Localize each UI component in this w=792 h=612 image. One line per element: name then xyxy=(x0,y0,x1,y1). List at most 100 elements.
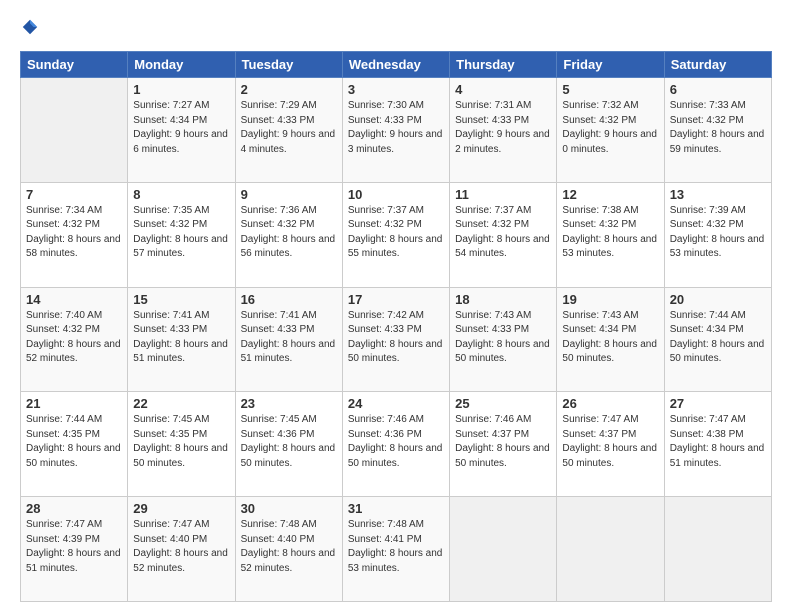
weekday-header: Friday xyxy=(557,52,664,78)
calendar-cell: 11 Sunrise: 7:37 AMSunset: 4:32 PMDayligh… xyxy=(450,182,557,287)
day-info: Sunrise: 7:42 AMSunset: 4:33 PMDaylight:… xyxy=(348,309,444,367)
weekday-header: Thursday xyxy=(450,52,557,78)
day-number: 13 xyxy=(670,187,766,202)
day-number: 27 xyxy=(670,396,766,411)
calendar-week-row: 14Sunrise: 7:40 AMSunset: 4:32 PMDayligh… xyxy=(21,287,772,392)
weekday-header: Monday xyxy=(128,52,235,78)
day-number: 11 xyxy=(455,187,551,202)
calendar-cell: 28 Sunrise: 7:47 AMSunset: 4:39 PMDayligh… xyxy=(21,497,128,602)
page: SundayMondayTuesdayWednesdayThursdayFrid… xyxy=(0,0,792,612)
calendar-cell: 4 Sunrise: 7:31 AMSunset: 4:33 PMDaylight… xyxy=(450,78,557,183)
day-info: Sunrise: 7:38 AMSunset: 4:32 PMDaylight:… xyxy=(562,204,658,262)
calendar-week-row: 7 Sunrise: 7:34 AMSunset: 4:32 PMDaylight… xyxy=(21,182,772,287)
day-number: 24 xyxy=(348,396,444,411)
calendar-cell: 2Sunrise: 7:29 AMSunset: 4:33 PMDaylight… xyxy=(235,78,342,183)
header xyxy=(20,18,772,41)
day-number: 8 xyxy=(133,187,229,202)
day-info: Sunrise: 7:31 AMSunset: 4:33 PMDaylight:… xyxy=(455,99,551,157)
calendar-cell: 24 Sunrise: 7:46 AMSunset: 4:36 PMDayligh… xyxy=(342,392,449,497)
day-info: Sunrise: 7:27 AMSunset: 4:34 PMDaylight:… xyxy=(133,99,229,157)
day-info: Sunrise: 7:45 AMSunset: 4:35 PMDaylight:… xyxy=(133,413,229,471)
day-info: Sunrise: 7:46 AMSunset: 4:37 PMDaylight:… xyxy=(455,413,551,471)
day-number: 15 xyxy=(133,292,229,307)
day-info: Sunrise: 7:44 AMSunset: 4:35 PMDaylight:… xyxy=(26,413,122,471)
logo xyxy=(20,18,43,41)
calendar-cell: 9Sunrise: 7:36 AMSunset: 4:32 PMDaylight… xyxy=(235,182,342,287)
weekday-header: Saturday xyxy=(664,52,771,78)
calendar-week-row: 21 Sunrise: 7:44 AMSunset: 4:35 PMDayligh… xyxy=(21,392,772,497)
day-info: Sunrise: 7:47 AMSunset: 4:40 PMDaylight:… xyxy=(133,518,229,576)
calendar-cell: 6 Sunrise: 7:33 AMSunset: 4:32 PMDaylight… xyxy=(664,78,771,183)
day-info: Sunrise: 7:48 AMSunset: 4:40 PMDaylight:… xyxy=(241,518,337,576)
calendar-cell: 18 Sunrise: 7:43 AMSunset: 4:33 PMDayligh… xyxy=(450,287,557,392)
calendar-cell: 7 Sunrise: 7:34 AMSunset: 4:32 PMDaylight… xyxy=(21,182,128,287)
logo-icon xyxy=(21,18,39,36)
day-number: 21 xyxy=(26,396,122,411)
calendar-week-row: 1 Sunrise: 7:27 AMSunset: 4:34 PMDaylight… xyxy=(21,78,772,183)
weekday-header: Tuesday xyxy=(235,52,342,78)
calendar: SundayMondayTuesdayWednesdayThursdayFrid… xyxy=(20,51,772,602)
calendar-cell xyxy=(21,78,128,183)
day-number: 2 xyxy=(241,82,337,97)
day-info: Sunrise: 7:45 AMSunset: 4:36 PMDaylight:… xyxy=(241,413,337,471)
calendar-header-row: SundayMondayTuesdayWednesdayThursdayFrid… xyxy=(21,52,772,78)
day-info: Sunrise: 7:46 AMSunset: 4:36 PMDaylight:… xyxy=(348,413,444,471)
day-number: 7 xyxy=(26,187,122,202)
day-info: Sunrise: 7:43 AMSunset: 4:33 PMDaylight:… xyxy=(455,309,551,367)
calendar-cell: 15 Sunrise: 7:41 AMSunset: 4:33 PMDayligh… xyxy=(128,287,235,392)
day-info: Sunrise: 7:35 AMSunset: 4:32 PMDaylight:… xyxy=(133,204,229,262)
day-number: 28 xyxy=(26,501,122,516)
day-info: Sunrise: 7:39 AMSunset: 4:32 PMDaylight:… xyxy=(670,204,766,262)
day-info: Sunrise: 7:47 AMSunset: 4:39 PMDaylight:… xyxy=(26,518,122,576)
weekday-header: Wednesday xyxy=(342,52,449,78)
day-number: 20 xyxy=(670,292,766,307)
day-number: 12 xyxy=(562,187,658,202)
calendar-cell: 21 Sunrise: 7:44 AMSunset: 4:35 PMDayligh… xyxy=(21,392,128,497)
calendar-cell: 14Sunrise: 7:40 AMSunset: 4:32 PMDayligh… xyxy=(21,287,128,392)
calendar-cell: 23 Sunrise: 7:45 AMSunset: 4:36 PMDayligh… xyxy=(235,392,342,497)
day-info: Sunrise: 7:37 AMSunset: 4:32 PMDaylight:… xyxy=(348,204,444,262)
day-number: 18 xyxy=(455,292,551,307)
day-info: Sunrise: 7:37 AMSunset: 4:32 PMDaylight:… xyxy=(455,204,551,262)
day-number: 22 xyxy=(133,396,229,411)
day-number: 17 xyxy=(348,292,444,307)
calendar-cell: 25Sunrise: 7:46 AMSunset: 4:37 PMDayligh… xyxy=(450,392,557,497)
calendar-week-row: 28 Sunrise: 7:47 AMSunset: 4:39 PMDayligh… xyxy=(21,497,772,602)
calendar-cell: 27 Sunrise: 7:47 AMSunset: 4:38 PMDayligh… xyxy=(664,392,771,497)
calendar-cell xyxy=(557,497,664,602)
day-number: 1 xyxy=(133,82,229,97)
day-number: 9 xyxy=(241,187,337,202)
calendar-cell: 20 Sunrise: 7:44 AMSunset: 4:34 PMDayligh… xyxy=(664,287,771,392)
day-number: 30 xyxy=(241,501,337,516)
calendar-cell: 1 Sunrise: 7:27 AMSunset: 4:34 PMDaylight… xyxy=(128,78,235,183)
calendar-cell: 16 Sunrise: 7:41 AMSunset: 4:33 PMDayligh… xyxy=(235,287,342,392)
day-info: Sunrise: 7:34 AMSunset: 4:32 PMDaylight:… xyxy=(26,204,122,262)
calendar-cell: 12 Sunrise: 7:38 AMSunset: 4:32 PMDayligh… xyxy=(557,182,664,287)
day-number: 3 xyxy=(348,82,444,97)
weekday-header: Sunday xyxy=(21,52,128,78)
day-number: 31 xyxy=(348,501,444,516)
day-info: Sunrise: 7:43 AMSunset: 4:34 PMDaylight:… xyxy=(562,309,658,367)
day-number: 4 xyxy=(455,82,551,97)
calendar-cell: 30 Sunrise: 7:48 AMSunset: 4:40 PMDayligh… xyxy=(235,497,342,602)
day-number: 19 xyxy=(562,292,658,307)
calendar-cell: 26 Sunrise: 7:47 AMSunset: 4:37 PMDayligh… xyxy=(557,392,664,497)
day-info: Sunrise: 7:41 AMSunset: 4:33 PMDaylight:… xyxy=(133,309,229,367)
day-number: 16 xyxy=(241,292,337,307)
day-info: Sunrise: 7:33 AMSunset: 4:32 PMDaylight:… xyxy=(670,99,766,157)
day-info: Sunrise: 7:47 AMSunset: 4:38 PMDaylight:… xyxy=(670,413,766,471)
calendar-cell: 5Sunrise: 7:32 AMSunset: 4:32 PMDaylight… xyxy=(557,78,664,183)
day-info: Sunrise: 7:30 AMSunset: 4:33 PMDaylight:… xyxy=(348,99,444,157)
day-info: Sunrise: 7:44 AMSunset: 4:34 PMDaylight:… xyxy=(670,309,766,367)
calendar-cell xyxy=(664,497,771,602)
day-number: 23 xyxy=(241,396,337,411)
day-info: Sunrise: 7:41 AMSunset: 4:33 PMDaylight:… xyxy=(241,309,337,367)
day-info: Sunrise: 7:32 AMSunset: 4:32 PMDaylight:… xyxy=(562,99,658,157)
calendar-cell: 3 Sunrise: 7:30 AMSunset: 4:33 PMDaylight… xyxy=(342,78,449,183)
day-number: 6 xyxy=(670,82,766,97)
day-number: 26 xyxy=(562,396,658,411)
calendar-cell: 13 Sunrise: 7:39 AMSunset: 4:32 PMDayligh… xyxy=(664,182,771,287)
day-info: Sunrise: 7:47 AMSunset: 4:37 PMDaylight:… xyxy=(562,413,658,471)
day-info: Sunrise: 7:40 AMSunset: 4:32 PMDaylight:… xyxy=(26,309,122,367)
day-info: Sunrise: 7:48 AMSunset: 4:41 PMDaylight:… xyxy=(348,518,444,576)
